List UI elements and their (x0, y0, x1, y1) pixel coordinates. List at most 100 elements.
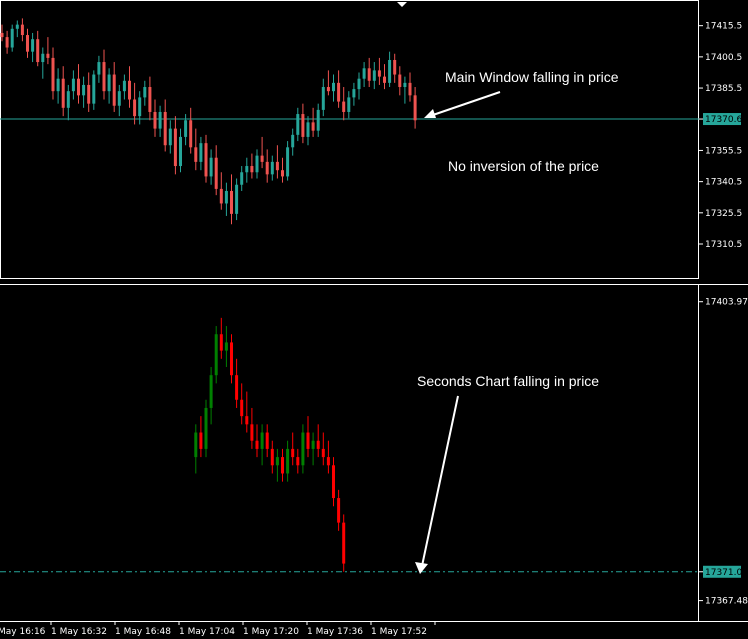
candle-body (102, 62, 106, 92)
candle-body (31, 39, 35, 52)
candle-body (250, 424, 254, 441)
candle-body (245, 166, 249, 173)
candle-body (316, 109, 320, 131)
current-price-label: 17371.00 (705, 568, 748, 578)
candle-body (153, 111, 157, 129)
candle-body (383, 76, 386, 83)
candle-body (224, 190, 228, 204)
candle-body (245, 416, 249, 425)
candle-body (286, 147, 290, 177)
candle-body (398, 74, 402, 88)
price-tick-label: 17310.5 (705, 240, 742, 250)
price-tick-label: 17415.5 (705, 22, 742, 32)
candle-body (255, 440, 259, 449)
time-tick-label: 1 May 17:52 (371, 627, 427, 637)
candle-body (301, 114, 305, 137)
candle-body (291, 134, 295, 148)
candle-body (0, 32, 4, 38)
candle-body (326, 87, 330, 92)
candle-body (184, 120, 188, 137)
candle-body (362, 68, 366, 79)
candle-body (281, 170, 284, 177)
seconds-chart-annotation-text: Seconds Chart falling in price (417, 373, 599, 389)
candle-body (332, 465, 335, 499)
price-tick-label: 17325.5 (705, 209, 742, 219)
candle-body (163, 111, 167, 146)
price-tick-label: 17367.48 (705, 597, 748, 607)
candle-body (250, 166, 254, 173)
candle-body (82, 84, 86, 96)
candle-body (41, 53, 45, 63)
candle-body (275, 161, 279, 171)
candle-body (255, 155, 259, 173)
time-tick-label: 1 May 17:20 (243, 627, 299, 637)
candle-body (388, 59, 392, 83)
candle-body (265, 161, 269, 175)
price-tick-label: 17355.5 (705, 146, 742, 156)
candle-body (367, 68, 371, 81)
candle-body (260, 432, 264, 449)
candle-body (10, 28, 14, 48)
candle-body (189, 120, 193, 148)
candle-body (326, 457, 330, 466)
candle-body (5, 37, 9, 48)
candle-body (321, 448, 325, 458)
candle-body (393, 59, 397, 75)
main-window-annotation-text: Main Window falling in price (445, 69, 619, 85)
candle-body (219, 334, 223, 351)
candle-body (230, 342, 233, 376)
candle-body (235, 375, 239, 400)
candle-body (270, 448, 274, 466)
candle-body (301, 432, 305, 466)
candle-body (281, 457, 284, 474)
candle-body (71, 78, 75, 92)
chart-background (0, 0, 748, 639)
candle-body (286, 448, 290, 474)
candle-body (204, 407, 208, 449)
candle-body (112, 74, 116, 106)
candle-body (61, 78, 65, 108)
candle-body (413, 95, 417, 121)
candle-body (92, 74, 96, 104)
candle-body (265, 432, 269, 449)
candle-body (128, 80, 131, 100)
price-tick-label: 17403.97 (705, 298, 748, 308)
candle-body (403, 82, 407, 88)
candle-body (199, 432, 203, 449)
candle-body (51, 57, 55, 92)
candle-body (209, 375, 213, 408)
candle-body (15, 24, 19, 29)
candle-body (138, 97, 142, 117)
candle-body (173, 128, 177, 167)
time-tick-label: 1 May 17:04 (179, 627, 235, 637)
candle-body (311, 440, 315, 449)
candle-body (143, 87, 147, 98)
candle-body (199, 143, 203, 162)
candle-body (342, 101, 346, 112)
price-tick-label: 17340.5 (705, 178, 742, 188)
candle-body (214, 157, 218, 189)
candle-body (377, 70, 381, 77)
trading-chart[interactable]: 17415.5 17400.5 17385.5 17370.6 17355.5 17340… (0, 0, 748, 639)
candle-body (26, 35, 29, 52)
current-price-label: 17370.6 (705, 115, 742, 125)
candle-body (321, 87, 325, 110)
price-tick-label: 17400.5 (705, 53, 742, 63)
candle-body (230, 190, 233, 214)
candle-body (133, 99, 137, 117)
time-tick-label: 1 May 16:48 (115, 627, 171, 637)
candle-body (372, 70, 376, 81)
candle-body (306, 432, 310, 449)
time-tick-label: 1 May 17:36 (307, 627, 363, 637)
candle-body (291, 448, 295, 458)
candle-body (56, 78, 60, 92)
candle-body (224, 342, 228, 351)
candle-body (337, 498, 341, 523)
candle-body (36, 39, 40, 63)
candle-body (97, 62, 101, 75)
candle-body (214, 334, 218, 376)
candle-body (194, 147, 198, 162)
candle-body (168, 128, 172, 146)
candle-body (342, 522, 346, 564)
candle-body (316, 440, 320, 449)
